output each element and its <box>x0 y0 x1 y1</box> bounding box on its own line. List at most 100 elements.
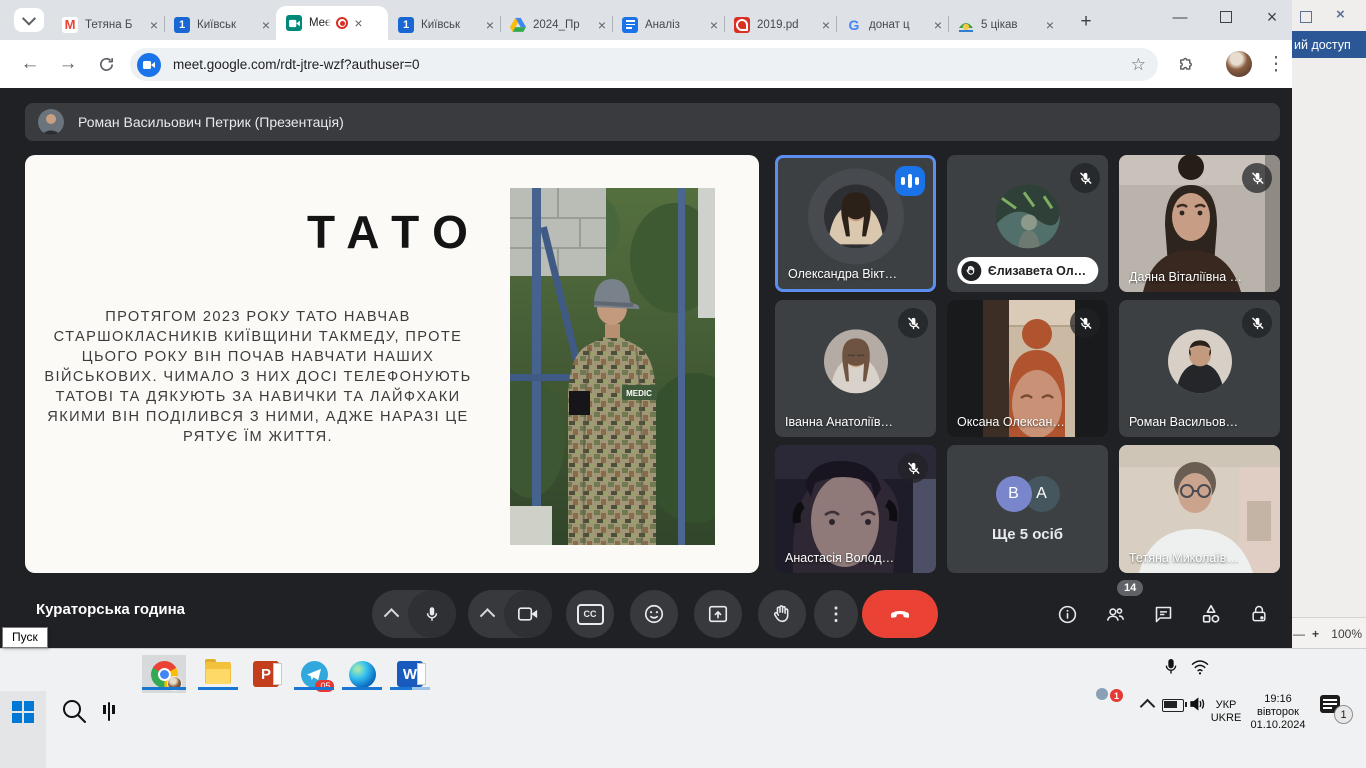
camera-button[interactable] <box>504 590 552 638</box>
avatar-ring <box>808 313 904 409</box>
tab-google-search[interactable]: G донат ц × <box>836 9 948 40</box>
mic-options-chevron-icon[interactable] <box>384 608 400 624</box>
close-browser-button[interactable]: × <box>1252 0 1292 34</box>
task-view-button[interactable] <box>108 703 110 721</box>
tab-calendar-1[interactable]: 1 Київськ × <box>164 9 276 40</box>
background-word-window[interactable]: × ий доступ — + 100% <box>1292 0 1366 648</box>
tray-mic-icon[interactable] <box>1163 657 1179 682</box>
tab-gmail[interactable]: M Тетяна Б × <box>52 9 164 40</box>
back-button[interactable]: ← <box>16 50 44 78</box>
search-icon <box>60 697 88 725</box>
close-tab-icon[interactable]: × <box>710 18 718 32</box>
meeting-details-button[interactable] <box>1055 602 1079 626</box>
present-icon <box>707 603 729 625</box>
reactions-button[interactable] <box>630 590 678 638</box>
medic-patch-label: MEDIC <box>626 389 652 398</box>
participant-name: Даяна Віталіївна … <box>1129 270 1242 284</box>
new-tab-button[interactable]: + <box>1072 8 1100 36</box>
overflow-participants-tile[interactable]: B A Ще 5 осіб <box>947 445 1108 573</box>
present-screen-button[interactable] <box>694 590 742 638</box>
zoom-level[interactable]: 100% <box>1331 627 1362 641</box>
mic-button[interactable] <box>408 590 456 638</box>
participant-tile[interactable]: Даяна Віталіївна … <box>1119 155 1280 292</box>
tab-calendar-2[interactable]: 1 Київськ × <box>388 9 500 40</box>
participant-name: Тетяна Миколаїв… <box>1129 551 1239 565</box>
info-icon <box>1057 604 1078 625</box>
chrome-running-underline <box>142 687 186 690</box>
participant-name: Єлизавета Ол… <box>988 264 1086 278</box>
close-tab-icon[interactable]: × <box>934 18 942 32</box>
taskbar-powerpoint-button[interactable]: P <box>244 655 288 693</box>
minimize-window-button[interactable]: — <box>1160 0 1200 34</box>
captions-icon: CC <box>577 604 604 625</box>
close-window-icon[interactable]: × <box>1336 6 1345 23</box>
taskbar-search-button[interactable] <box>60 697 88 730</box>
tab-pdf[interactable]: 2019.pd × <box>724 9 836 40</box>
tray-network-icon[interactable] <box>1190 659 1210 680</box>
participant-tile[interactable]: Єлизавета Ол… <box>947 155 1108 292</box>
participant-tile[interactable]: Анастасія Волод… <box>775 445 936 573</box>
presentation-slide: ТАТО ПРОТЯГОМ 2023 РОКУ ТАТО НАВЧАВ СТАР… <box>25 155 759 573</box>
desktop-screen: × ий доступ — + 100% M Тетяна Б × 1 Київ… <box>0 0 1366 768</box>
participant-tile[interactable]: Тетяна Миколаїв… <box>1119 445 1280 573</box>
host-controls-button[interactable] <box>1247 602 1271 626</box>
taskbar: P .05 W 1 УКР <box>0 648 1366 768</box>
profile-avatar[interactable] <box>1226 51 1252 77</box>
close-tab-icon[interactable]: × <box>598 18 606 32</box>
raised-hand-icon <box>961 261 981 281</box>
participant-tile[interactable]: Роман Васильов… <box>1119 300 1280 437</box>
volume-icon[interactable] <box>1188 695 1206 718</box>
tab-docs[interactable]: Аналіз × <box>612 9 724 40</box>
zoom-out-button[interactable]: — <box>1293 627 1305 641</box>
close-tab-icon[interactable]: × <box>354 16 362 30</box>
tab-article[interactable]: 5 цікав × <box>948 9 1060 40</box>
end-call-button[interactable] <box>862 590 938 638</box>
activities-button[interactable] <box>1199 602 1223 626</box>
start-button[interactable] <box>12 701 34 723</box>
avatar-ring <box>808 168 904 264</box>
participant-avatar <box>996 184 1060 248</box>
forward-button[interactable]: → <box>54 50 82 78</box>
recording-indicator-icon <box>336 17 348 29</box>
participant-tile[interactable]: Олександра Вікт… <box>775 155 936 292</box>
chat-icon <box>1153 604 1174 625</box>
participant-tile[interactable]: Оксана Олексан… <box>947 300 1108 437</box>
camera-control[interactable] <box>468 590 552 638</box>
tab-search-button[interactable] <box>14 8 44 32</box>
participant-tile[interactable]: Іванна Анатоліїв… <box>775 300 936 437</box>
language-indicator[interactable]: УКР UKRE <box>1206 699 1246 725</box>
captions-button[interactable]: CC <box>566 590 614 638</box>
raise-hand-button[interactable] <box>758 590 806 638</box>
address-bar[interactable]: meet.google.com/rdt-jtre-wzf?authuser=0 … <box>130 48 1158 81</box>
reload-button[interactable] <box>92 50 120 78</box>
share-button-fragment[interactable]: ий доступ <box>1292 31 1366 58</box>
drive-icon <box>510 17 526 33</box>
maximize-window-button[interactable] <box>1206 0 1246 34</box>
mic-muted-icon <box>1070 308 1100 338</box>
close-tab-icon[interactable]: × <box>486 18 494 32</box>
restore-window-icon[interactable] <box>1300 11 1312 23</box>
battery-icon[interactable] <box>1162 699 1184 712</box>
close-tab-icon[interactable]: × <box>1046 18 1054 32</box>
avatar-ring <box>1152 313 1248 409</box>
close-tab-icon[interactable]: × <box>262 18 270 32</box>
bookmark-star-icon[interactable]: ☆ <box>1131 55 1146 75</box>
camera-options-chevron-icon[interactable] <box>480 608 496 624</box>
tray-expand-chevron-icon[interactable] <box>1142 701 1153 712</box>
mic-control[interactable] <box>372 590 456 638</box>
close-tab-icon[interactable]: × <box>822 18 830 32</box>
tab-meet-active[interactable]: Mee × <box>276 6 388 40</box>
taskbar-clock[interactable]: 19:16 вівторок 01.10.2024 <box>1242 693 1314 732</box>
browser-menu-button[interactable]: ⋮ <box>1262 50 1290 78</box>
tab-drive[interactable]: 2024_Пр × <box>500 9 612 40</box>
chat-button[interactable] <box>1151 602 1175 626</box>
show-participants-button[interactable] <box>1103 602 1127 626</box>
close-tab-icon[interactable]: × <box>150 18 158 32</box>
browser-toolbar: ← → meet.google.com/rdt-jtre-wzf?authuse… <box>0 40 1292 88</box>
host-lock-icon <box>1249 603 1269 625</box>
chevron-down-icon <box>22 12 36 26</box>
more-options-button[interactable]: ⋮ <box>814 590 858 638</box>
zoom-in-button[interactable]: + <box>1312 627 1319 641</box>
extensions-icon[interactable] <box>1172 52 1200 80</box>
participant-name: Анастасія Волод… <box>785 551 894 565</box>
